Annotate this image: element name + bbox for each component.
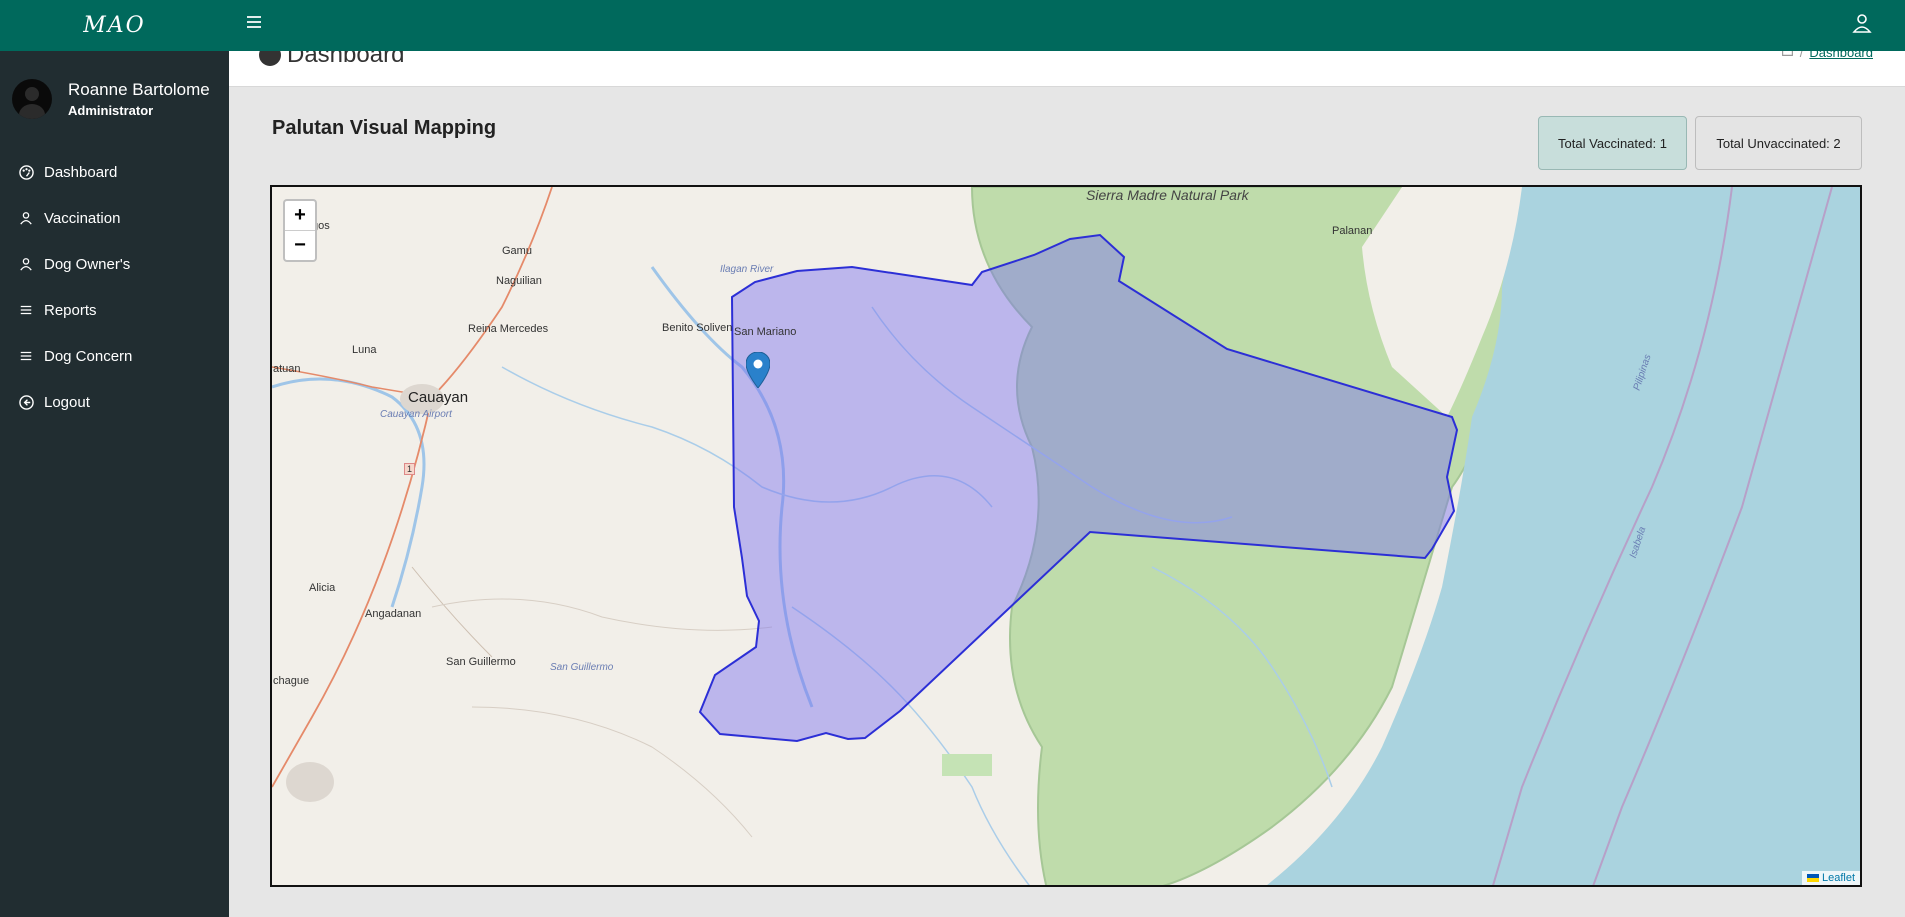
user-role: Administrator [68,103,154,118]
map-label-cauayan-airport: Cauayan Airport [380,409,452,420]
user-name: Roanne Bartolome [68,80,210,99]
total-unvaccinated-badge[interactable]: Total Unvaccinated: 2 [1695,116,1862,170]
map-label-palanan: Palanan [1332,225,1373,237]
sidebar-item-logout[interactable]: Logout [0,379,229,425]
sidebar-item-label: Logout [44,393,90,411]
user-profile: Roanne Bartolome Administrator [0,51,229,119]
map-label-luna: Luna [352,344,377,356]
sidebar-item-dog-concern[interactable]: Dog Concern [0,333,229,379]
map-label-san-guillermo-water: San Guillermo [550,662,614,673]
section-title: Palutan Visual Mapping [272,117,497,139]
sidebar-item-dog-owners[interactable]: Dog Owner's [0,241,229,287]
map-label-gamu: Gamu [502,245,532,257]
top-bar [229,0,1905,51]
zoom-control: + − [283,199,317,262]
page-title: Dashboard [259,51,404,69]
back-circle-icon [18,394,34,410]
zoom-out-button[interactable]: − [285,231,315,260]
leaflet-link[interactable]: Leaflet [1822,872,1855,884]
zoom-in-button[interactable]: + [285,201,315,231]
sidebar-nav: Dashboard Vaccination Dog Owner's Report… [0,149,229,425]
map-label-san-mariano: San Mariano [734,326,797,338]
dashboard-icon [259,51,281,66]
breadcrumb-separator: / [1799,51,1804,60]
brand-logo[interactable]: MAO [0,0,229,51]
sidebar-item-dashboard[interactable]: Dashboard [0,149,229,195]
user-menu-icon[interactable] [1852,13,1872,38]
map-label-ilagan-river: Ilagan River [720,264,774,275]
avatar [12,79,52,119]
map-container[interactable]: Cauayan Cauayan Airport Gamu Naguilian R… [270,185,1862,887]
page-header: Dashboard / Dashboard [229,51,1905,87]
sidebar-item-label: Dog Owner's [44,255,131,273]
palette-icon [18,164,34,180]
user-icon [18,210,34,226]
map-label-atuan: atuan [273,363,301,375]
route-shield: 1 [404,463,416,475]
ukraine-flag-icon [1806,874,1819,882]
road [471,706,753,838]
sidebar-item-reports[interactable]: Reports [0,287,229,333]
sidebar-item-label: Dashboard [44,163,118,181]
total-vaccinated-badge[interactable]: Total Vaccinated: 1 [1538,116,1687,170]
road [411,566,493,658]
sidebar-item-vaccination[interactable]: Vaccination [0,195,229,241]
list-icon [18,302,34,318]
menu-toggle-icon[interactable] [246,14,262,35]
map-base-layer [272,187,1860,885]
map-label-benito-soliven: Benito Soliven [662,322,733,334]
map-marker-icon[interactable] [745,351,771,393]
map-label-echague: chague [273,675,310,687]
sidebar-item-label: Dog Concern [44,347,133,365]
map-label-alicia: Alicia [309,582,336,594]
map-label-naguilian: Naguilian [496,275,542,287]
breadcrumb: / Dashboard [1781,51,1873,60]
town-area [286,762,334,802]
map-label-sierra-madre: Sierra Madre Natural Park [1086,187,1249,203]
map-attribution: Leaflet [1801,871,1860,885]
map-label-cauayan: Cauayan [408,389,469,406]
breadcrumb-link[interactable]: Dashboard [1809,51,1873,60]
map-label-san-guillermo: San Guillermo [446,656,516,668]
park-patch [942,754,992,776]
sidebar-item-label: Vaccination [44,209,121,227]
map-label-reina-mercedes: Reina Mercedes [468,323,549,335]
road [431,598,773,631]
home-icon[interactable] [1781,51,1794,60]
sidebar-item-label: Reports [44,301,97,319]
user-icon [18,256,34,272]
list-icon [18,348,34,364]
sidebar: MAO Roanne Bartolome Administrator Dashb… [0,0,229,917]
map-label-angadanan: Angadanan [365,608,422,620]
